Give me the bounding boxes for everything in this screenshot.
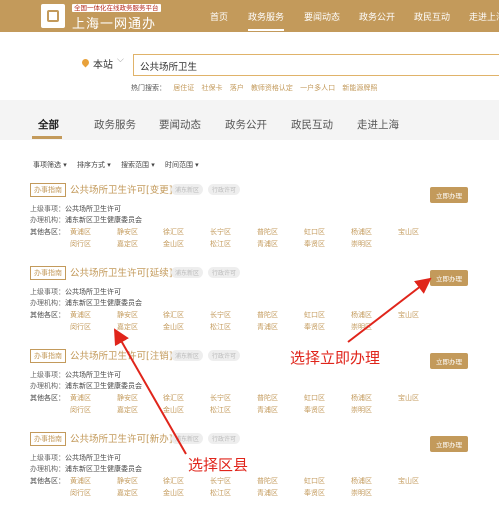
annotation-district: 选择区县 <box>188 456 249 474</box>
annotation-arrows <box>114 277 432 455</box>
annotation-apply: 选择立即办理 <box>290 349 381 367</box>
arrow-to-apply-button <box>347 277 432 343</box>
arrow-to-district-list <box>114 328 187 455</box>
